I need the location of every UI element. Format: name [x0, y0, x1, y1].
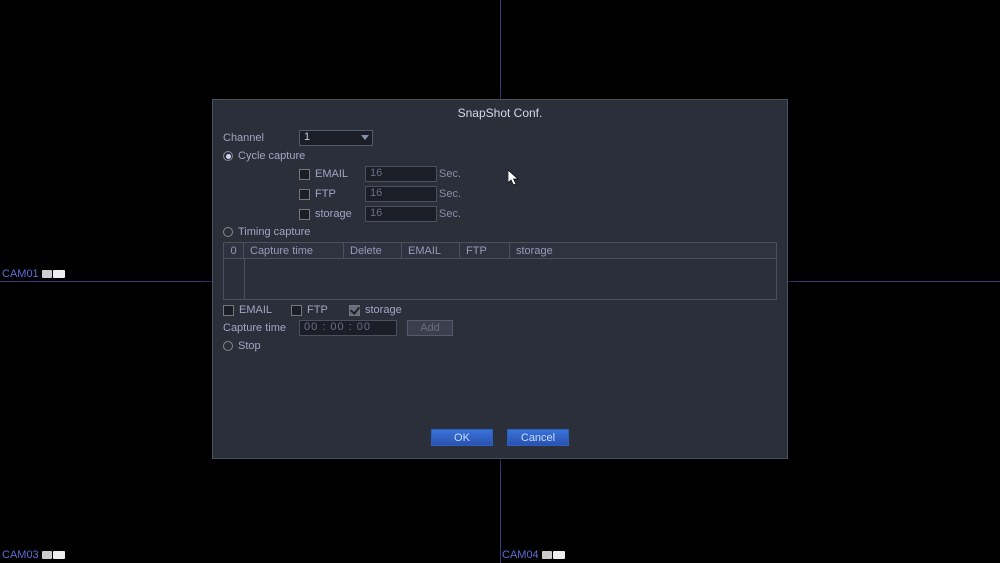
add-button[interactable]: Add: [407, 320, 453, 336]
cycle-ftp-input[interactable]: 16: [365, 186, 437, 202]
camera-icon: [53, 551, 65, 559]
snapshot-conf-dialog: SnapShot Conf. Channel 1 Cycle capture E…: [212, 99, 788, 459]
stop-radio[interactable]: [223, 341, 233, 351]
timing-table: 0 Capture time Delete EMAIL FTP storage: [223, 242, 777, 300]
col-ftp: FTP: [460, 243, 510, 258]
add-ftp-label: FTP: [307, 304, 349, 316]
cycle-ftp-label: FTP: [315, 188, 365, 200]
sec-unit: Sec.: [439, 168, 461, 180]
add-ftp-checkbox[interactable]: [291, 305, 302, 316]
col-capture-time: Capture time: [244, 243, 344, 258]
sec-unit: Sec.: [439, 188, 461, 200]
cycle-email-label: EMAIL: [315, 168, 365, 180]
cancel-button[interactable]: Cancel: [507, 429, 569, 446]
cycle-capture-radio[interactable]: [223, 151, 233, 161]
speaker-icon: [42, 270, 52, 278]
cycle-storage-checkbox[interactable]: [299, 209, 310, 220]
table-body: [224, 259, 776, 299]
speaker-icon: [42, 551, 52, 559]
camera-icon: [553, 551, 565, 559]
ok-button[interactable]: OK: [431, 429, 493, 446]
speaker-icon: [542, 551, 552, 559]
col-delete: Delete: [344, 243, 402, 258]
add-email-checkbox[interactable]: [223, 305, 234, 316]
col-index: 0: [224, 243, 244, 258]
add-email-label: EMAIL: [239, 304, 291, 316]
sec-unit: Sec.: [439, 208, 461, 220]
timing-capture-label: Timing capture: [238, 226, 310, 238]
add-storage-checkbox[interactable]: [349, 305, 360, 316]
cycle-storage-label: storage: [315, 208, 365, 220]
cam01-label: CAM01: [2, 268, 65, 280]
cam03-label: CAM03: [2, 549, 65, 561]
col-email: EMAIL: [402, 243, 460, 258]
stop-label: Stop: [238, 340, 261, 352]
cycle-storage-input[interactable]: 16: [365, 206, 437, 222]
cycle-email-checkbox[interactable]: [299, 169, 310, 180]
timing-capture-radio[interactable]: [223, 227, 233, 237]
col-storage: storage: [510, 243, 776, 258]
dialog-title: SnapShot Conf.: [213, 100, 787, 130]
cycle-capture-label: Cycle capture: [238, 150, 305, 162]
channel-select[interactable]: 1: [299, 130, 373, 146]
cam04-label: CAM04: [502, 549, 565, 561]
cycle-email-input[interactable]: 16: [365, 166, 437, 182]
cycle-ftp-checkbox[interactable]: [299, 189, 310, 200]
channel-label: Channel: [223, 132, 299, 144]
camera-icon: [53, 270, 65, 278]
capture-time-input[interactable]: 00 : 00 : 00: [299, 320, 397, 336]
add-storage-label: storage: [365, 304, 402, 316]
capture-time-label: Capture time: [223, 322, 299, 334]
